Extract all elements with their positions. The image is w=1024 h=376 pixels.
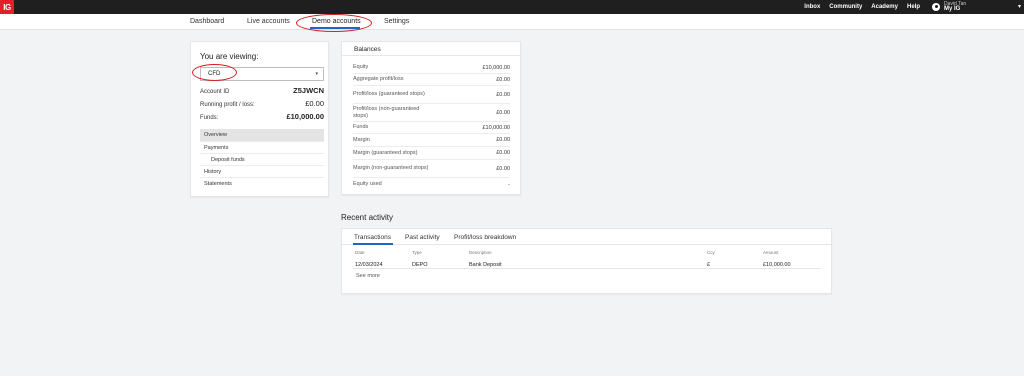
cell-amount: £10,000.00 (763, 262, 791, 268)
running-pl-label: Running profit / loss: (200, 102, 255, 108)
balance-row-equity-used: Equity used - (353, 178, 510, 191)
tab-profit-loss-breakdown[interactable]: Profit/loss breakdown (454, 234, 516, 241)
column-header-description: Description (469, 250, 492, 255)
running-pl-row: Running profit / loss: £0.00 (200, 99, 324, 108)
balances-panel: Balances Equity £10,000.00 Aggregate pro… (341, 41, 521, 195)
viewing-title: You are viewing: (200, 52, 259, 61)
balance-label: Margin (guaranteed stops) (353, 149, 418, 156)
tab-live-accounts[interactable]: Live accounts (247, 18, 290, 25)
annotation-circle-cfd (192, 64, 237, 81)
user-menu[interactable]: David Tan My IG ▾ (932, 0, 1021, 14)
balance-row-equity: Equity £10,000.00 (353, 62, 510, 74)
funds-row: Funds: £10,000.00 (200, 112, 324, 121)
menu-item-payments[interactable]: Payments (200, 141, 324, 153)
funds-label: Funds: (200, 115, 219, 121)
top-bar: IG Inbox Community Academy Help David Ta… (0, 0, 1024, 14)
account-id-label: Account ID (200, 89, 230, 95)
balance-row-margin: Margin £0.00 (353, 134, 510, 147)
account-id-value: Z5JWCN (293, 86, 324, 95)
tab-dashboard[interactable]: Dashboard (190, 18, 224, 25)
active-tab-underline (353, 243, 393, 245)
balance-label: Profit/loss (guaranteed stops) (353, 91, 425, 97)
account-id-row: Account ID Z5JWCN (200, 86, 324, 95)
balance-value: - (508, 181, 510, 188)
recent-activity-panel: Transactions Past activity Profit/loss b… (341, 228, 832, 294)
balance-value: £0.00 (496, 109, 510, 116)
balance-value: £0.00 (496, 91, 510, 98)
menu-item-statements[interactable]: Statements (200, 177, 324, 189)
running-pl-value: £0.00 (305, 99, 324, 108)
tab-settings[interactable]: Settings (384, 18, 409, 25)
balance-label: Equity used (353, 181, 382, 187)
balance-label: Funds (353, 124, 369, 130)
caret-down-icon: ▾ (315, 71, 318, 77)
balance-row-pl-non-guaranteed: Profit/loss (non-guaranteed stops) £0.00 (353, 104, 510, 122)
menu-item-history[interactable]: History (200, 165, 324, 177)
balances-header: Balances (342, 42, 520, 56)
tab-transactions[interactable]: Transactions (354, 234, 391, 241)
tab-past-activity[interactable]: Past activity (405, 234, 440, 241)
chevron-down-icon[interactable]: ▾ (1018, 3, 1021, 10)
balance-row-aggregate-pl: Aggregate profit/loss £0.00 (353, 74, 510, 86)
balance-label: Margin (non-guaranteed stops) (353, 165, 429, 171)
balance-row-funds: Funds £10,000.00 (353, 122, 510, 134)
user-text: David Tan My IG (944, 2, 966, 13)
cell-date: 12/03/2024 (355, 262, 383, 268)
balance-value: £0.00 (496, 137, 510, 143)
recent-activity-title: Recent activity (341, 213, 394, 222)
cell-ccy: £ (707, 262, 711, 268)
column-header-date: Date (355, 250, 365, 255)
balances-title: Balances (354, 46, 381, 53)
ig-logo[interactable]: IG (0, 0, 14, 14)
inbox-link[interactable]: Inbox (804, 4, 820, 10)
balance-value: £10,000.00 (482, 64, 510, 71)
funds-value: £10,000.00 (286, 112, 324, 121)
balance-value: £0.00 (496, 165, 510, 172)
balance-value: £0.00 (496, 76, 510, 83)
balance-value: £0.00 (496, 150, 510, 156)
cell-type: DEPO (412, 262, 428, 268)
top-links: Inbox Community Academy Help (804, 0, 920, 14)
annotation-circle-demo-accounts (296, 14, 372, 32)
balance-label: Margin (353, 136, 370, 143)
cell-description: Bank Deposit (469, 262, 502, 268)
balance-label: Aggregate profit/loss (353, 76, 404, 82)
balance-value: £10,000.00 (482, 124, 510, 131)
academy-link[interactable]: Academy (871, 4, 898, 10)
column-header-amount: Amount (763, 250, 779, 255)
column-header-ccy: Ccy (707, 250, 715, 255)
column-header-type: Type (412, 250, 422, 255)
sub-navigation: Dashboard Live accounts Demo accounts Se… (0, 14, 1024, 30)
my-ig-label: My IG (944, 6, 961, 12)
community-link[interactable]: Community (829, 4, 862, 10)
menu-item-deposit-funds[interactable]: Deposit funds (200, 153, 324, 165)
balance-row-pl-guaranteed: Profit/loss (guaranteed stops) £0.00 (353, 86, 510, 104)
activity-tabs: Transactions Past activity Profit/loss b… (342, 229, 831, 245)
balance-label: Equity (353, 64, 369, 70)
balance-row-margin-non-guaranteed: Margin (non-guaranteed stops) £0.00 (353, 160, 510, 178)
help-link[interactable]: Help (907, 4, 920, 10)
balance-row-margin-guaranteed: Margin (guaranteed stops) £0.00 (353, 147, 510, 160)
account-menu: Overview Payments Deposit funds History … (200, 129, 324, 189)
see-more-link[interactable]: See more (356, 273, 380, 279)
balance-label: Profit/loss (non-guaranteed stops) (353, 105, 420, 119)
menu-item-overview[interactable]: Overview (200, 129, 324, 141)
user-circle-icon (932, 3, 940, 11)
